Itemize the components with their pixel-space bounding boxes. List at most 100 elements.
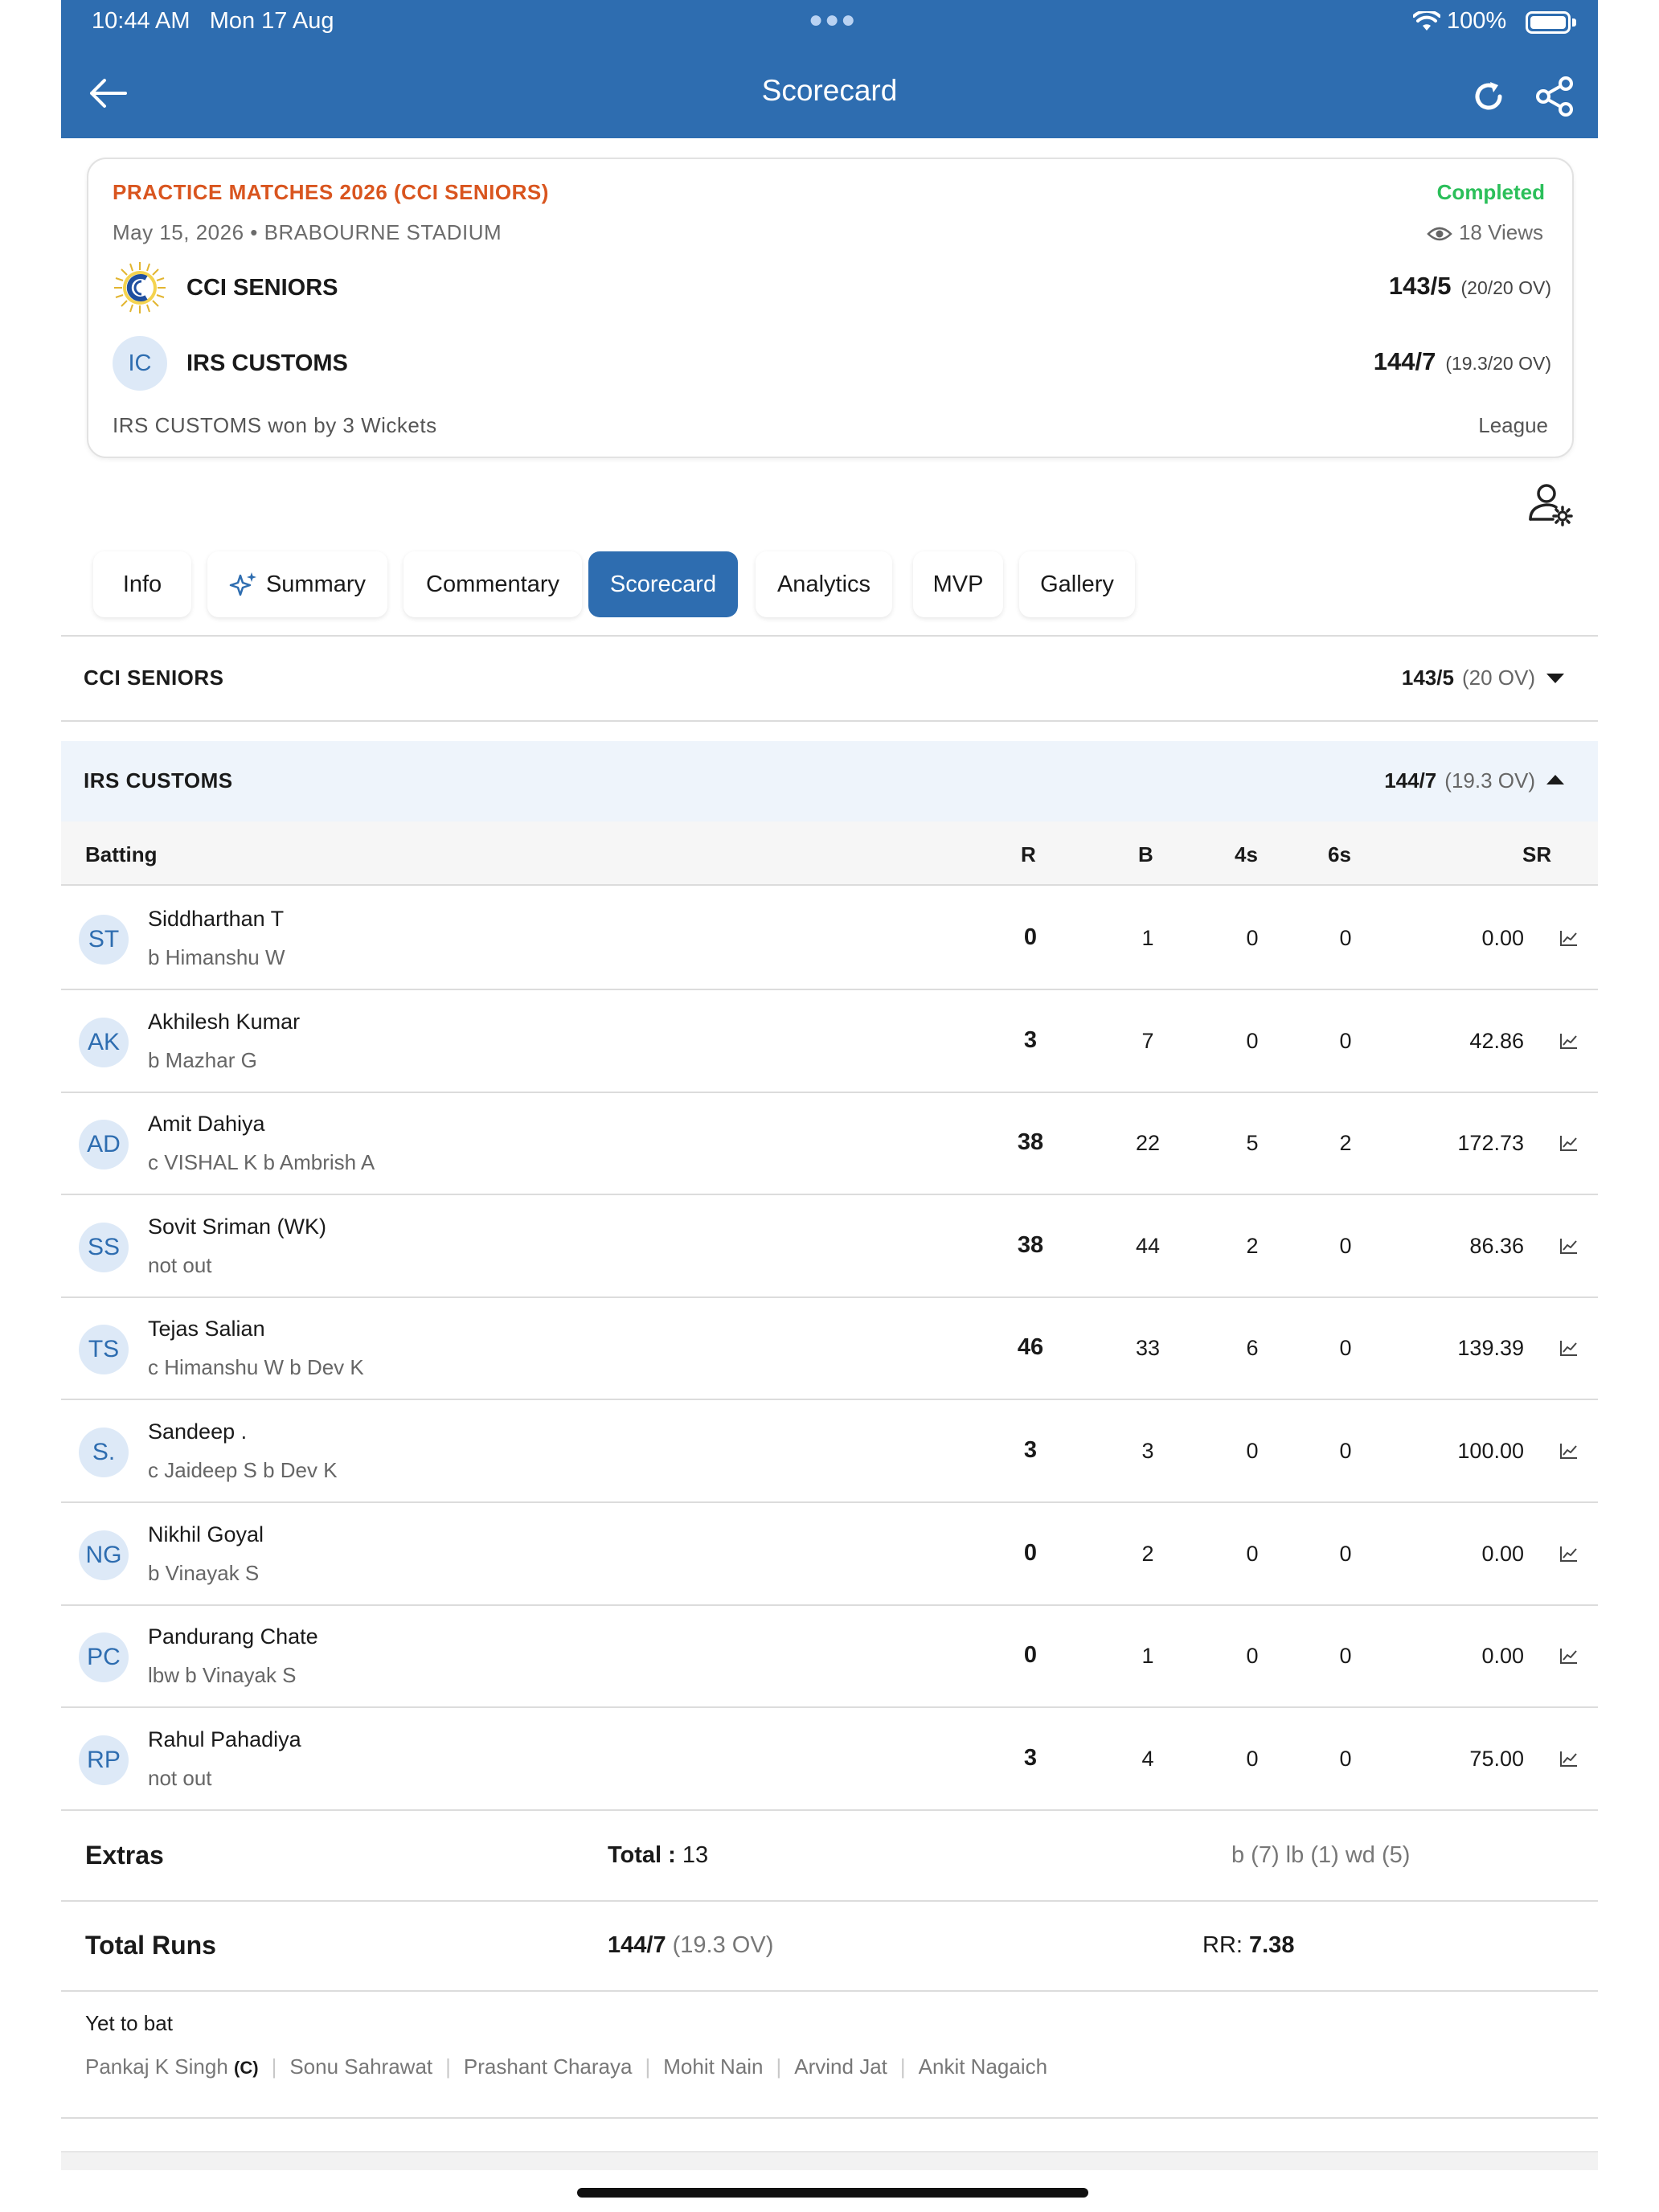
sparkle-icon (229, 572, 256, 596)
tab-gallery[interactable]: Gallery (1019, 551, 1135, 617)
chart-trend-icon[interactable] (1559, 1134, 1579, 1152)
batting-row[interactable]: AD Amit Dahiya c VISHAL K b Ambrish A 38 22 5… (61, 1092, 1598, 1195)
yet-to-bat-title: Yet to bat (85, 2011, 173, 2035)
dismissal-text: b Himanshu W (148, 945, 285, 969)
dot-separator: • (250, 220, 258, 244)
batting-row[interactable]: TS Tejas Salian c Himanshu W b Dev K 46 33 6 0… (61, 1297, 1598, 1400)
dismissal-text: not out (148, 1766, 212, 1790)
balls-value: 33 (1135, 1336, 1161, 1360)
batting-row[interactable]: AK Akhilesh Kumar b Mazhar G 3 7 0 0 42.86 (61, 990, 1598, 1093)
tab-info[interactable]: Info (93, 551, 191, 617)
match-date: May 15, 2026 (113, 220, 244, 244)
runs-value: 0 (1023, 1540, 1038, 1566)
sixes-value: 0 (1339, 1439, 1352, 1463)
batting-row[interactable]: RP Rahul Pahadiya not out 3 4 0 0 75.00 (61, 1708, 1598, 1811)
dismissal-text: b Mazhar G (148, 1048, 257, 1072)
scorecard-screen: 10:44 AM Mon 17 Aug ●●● 100% Scorecard P… (61, 0, 1598, 2170)
chart-trend-icon[interactable] (1559, 1647, 1579, 1665)
dismissal-text: c Himanshu W b Dev K (148, 1355, 364, 1379)
chart-trend-icon[interactable] (1559, 1237, 1579, 1255)
runs-value: 38 (1017, 1232, 1044, 1258)
separator: | (271, 2054, 277, 2079)
tab-summary[interactable]: Summary (207, 551, 387, 617)
refresh-icon[interactable] (1469, 77, 1508, 116)
team2-runs: 144/7 (1373, 347, 1436, 375)
team-row-irs-customs: IC IRS CUSTOMS 144/7 (19.3/20 OV) (113, 336, 1551, 392)
batting-row[interactable]: NG Nikhil Goyal b Vinayak S 0 2 0 0 0.00 (61, 1503, 1598, 1606)
chart-trend-icon[interactable] (1559, 1545, 1579, 1563)
tab-scorecard[interactable]: Scorecard (588, 551, 738, 617)
innings-runs: 143/5 (1401, 666, 1454, 690)
fours-value: 5 (1246, 1131, 1259, 1155)
dismissal-text: not out (148, 1253, 212, 1277)
tab-analytics[interactable]: Analytics (756, 551, 892, 617)
balls-value: 44 (1135, 1234, 1161, 1258)
batting-row[interactable]: S. Sandeep . c Jaideep S b Dev K 3 3 0 0 100.00 (61, 1400, 1598, 1503)
innings-header-cci-seniors[interactable]: CCI SENIORS 143/5 (20 OV) (61, 637, 1598, 720)
chart-trend-icon[interactable] (1559, 929, 1579, 947)
yet-to-bat-player[interactable]: Sonu Sahrawat (289, 2054, 432, 2079)
total-runs-value: 144/7 (608, 1932, 666, 1958)
player-name[interactable]: Akhilesh Kumar (148, 1010, 300, 1034)
sixes-value: 2 (1339, 1131, 1352, 1155)
tab-commentary[interactable]: Commentary (403, 551, 582, 617)
player-name[interactable]: Sovit Sriman (WK) (148, 1215, 326, 1239)
match-summary-card[interactable]: PRACTICE MATCHES 2026 (CCI SENIORS) Comp… (87, 158, 1574, 458)
strike-rate-value: 100.00 (1457, 1439, 1524, 1463)
batting-row[interactable]: SS Sovit Sriman (WK) not out 38 44 2 0 86.36 (61, 1195, 1598, 1298)
innings-score: 144/7 (19.3 OV) (1384, 768, 1535, 793)
batting-row[interactable]: PC Pandurang Chate lbw b Vinayak S 0 1 0 0 0.00 (61, 1605, 1598, 1708)
status-clock: 10:44 AM (92, 8, 190, 34)
cci-team-logo (114, 262, 166, 313)
total-runs-score: 144/7 (19.3 OV) (608, 1932, 773, 1959)
extras-total-value: 13 (682, 1842, 709, 1868)
user-settings-icon[interactable] (1526, 479, 1574, 527)
header-sixes: 6s (1328, 842, 1351, 866)
fours-value: 0 (1246, 1542, 1259, 1566)
innings-runs: 144/7 (1384, 768, 1437, 793)
player-avatar: SS (79, 1223, 129, 1272)
player-avatar: TS (79, 1325, 129, 1374)
share-icon[interactable] (1534, 76, 1575, 117)
home-indicator[interactable] (577, 2188, 1088, 2198)
player-name[interactable]: Siddharthan T (148, 907, 284, 932)
player-name[interactable]: Sandeep . (148, 1419, 247, 1444)
captain-tag: (C) (234, 2058, 259, 2078)
player-name[interactable]: Tejas Salian (148, 1317, 265, 1342)
tab-summary-label: Summary (265, 571, 367, 597)
team1-runs: 143/5 (1388, 272, 1452, 300)
player-avatar: AK (79, 1018, 129, 1067)
player-name[interactable]: Pandurang Chate (148, 1624, 318, 1649)
team2-score: 144/7 (19.3/20 OV) (1374, 347, 1551, 376)
sixes-value: 0 (1339, 1234, 1352, 1258)
chevron-down-icon (1546, 674, 1564, 683)
sixes-value: 0 (1339, 1644, 1352, 1668)
fours-value: 0 (1246, 1439, 1259, 1463)
tab-mvp[interactable]: MVP (913, 551, 1003, 617)
chart-trend-icon[interactable] (1559, 1750, 1579, 1768)
status-date: Mon 17 Aug (209, 8, 334, 34)
multitasking-dots-icon[interactable]: ●●● (809, 6, 857, 34)
yet-to-bat-player[interactable]: Prashant Charaya (464, 2054, 633, 2079)
chart-trend-icon[interactable] (1559, 1442, 1579, 1460)
batting-row[interactable]: ST Siddharthan T b Himanshu W 0 1 0 0 0.00 (61, 887, 1598, 990)
player-name[interactable]: Amit Dahiya (148, 1112, 265, 1137)
separator: | (445, 2054, 451, 2079)
chart-trend-icon[interactable] (1559, 1339, 1579, 1357)
yet-to-bat-player[interactable]: Ankit Nagaich (919, 2054, 1047, 2079)
total-runs-overs: (19.3 OV) (672, 1932, 774, 1958)
chart-trend-icon[interactable] (1559, 1032, 1579, 1050)
strike-rate-value: 42.86 (1469, 1029, 1524, 1053)
yet-to-bat-player[interactable]: Mohit Nain (663, 2054, 763, 2079)
innings-header-irs-customs[interactable]: IRS CUSTOMS 144/7 (19.3 OV) (61, 741, 1598, 821)
yet-to-bat-player[interactable]: Arvind Jat (794, 2054, 887, 2079)
balls-value: 1 (1141, 1644, 1154, 1668)
match-status-badge: Completed (1436, 180, 1545, 204)
chevron-up-icon (1546, 775, 1564, 784)
innings-overs: (19.3 OV) (1444, 768, 1535, 793)
match-venue: BRABOURNE STADIUM (264, 220, 502, 244)
yet-to-bat-player[interactable]: Pankaj K Singh (85, 2054, 228, 2079)
player-name[interactable]: Nikhil Goyal (148, 1522, 264, 1547)
player-name[interactable]: Rahul Pahadiya (148, 1727, 301, 1752)
header-batting: Batting (85, 842, 158, 866)
